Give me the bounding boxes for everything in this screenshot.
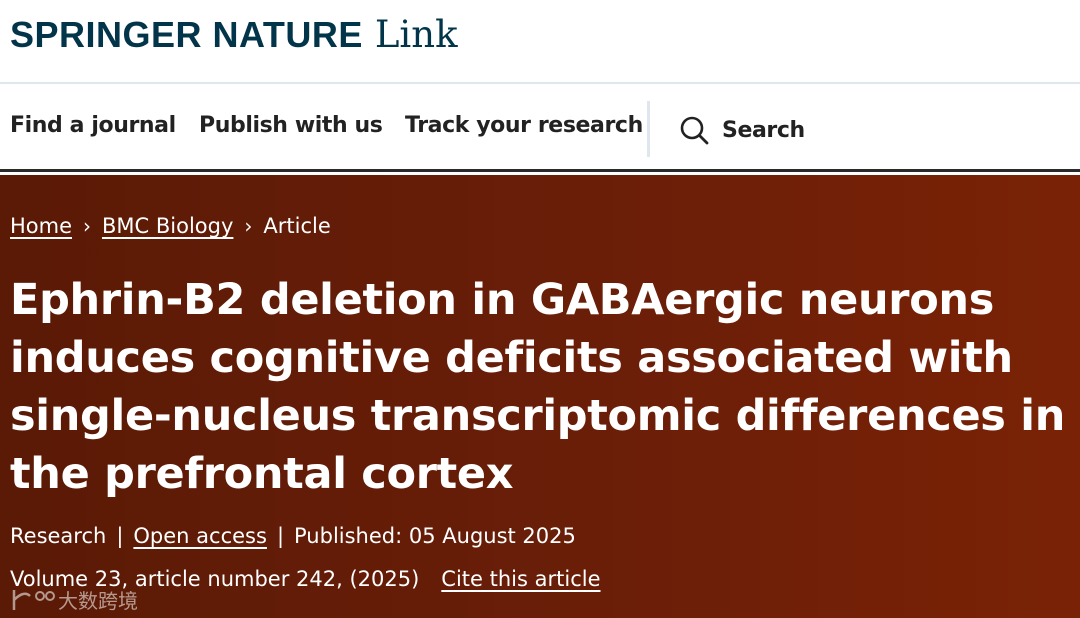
article-meta: Research | Open access | Published: 05 A… xyxy=(10,524,576,548)
article-title: Ephrin-B2 deletion in GABAergic neurons … xyxy=(10,275,1066,499)
search-icon xyxy=(680,116,709,145)
search-label: Search xyxy=(722,117,805,143)
meta-separator: | xyxy=(276,524,285,548)
watermark-text: 大数跨境 xyxy=(58,589,138,613)
site-header: SPRINGER NATURE Link xyxy=(0,0,1080,84)
open-access-link[interactable]: Open access xyxy=(133,524,267,548)
logo-link-text: Link xyxy=(374,13,458,56)
published-date: Published: 05 August 2025 xyxy=(294,524,576,548)
article-hero: Home › BMC Biology › Article Ephrin-B2 d… xyxy=(0,175,1080,618)
breadcrumb-journal[interactable]: BMC Biology xyxy=(102,214,233,238)
nav-find-a-journal[interactable]: Find a journal xyxy=(10,113,176,138)
cite-this-article-link[interactable]: Cite this article xyxy=(441,567,600,591)
chevron-right-icon: › xyxy=(83,214,92,238)
watermark-logo-icon xyxy=(12,589,55,610)
watermark: 大数跨境 xyxy=(8,585,138,614)
chevron-right-icon: › xyxy=(244,214,253,238)
nav-track-your-research[interactable]: Track your research xyxy=(405,113,643,138)
nav-publish-with-us[interactable]: Publish with us xyxy=(199,113,383,138)
breadcrumb-current: Article xyxy=(263,214,331,238)
breadcrumb-home[interactable]: Home xyxy=(10,214,72,238)
article-type: Research xyxy=(10,524,107,548)
breadcrumb: Home › BMC Biology › Article xyxy=(10,214,331,238)
meta-separator: | xyxy=(116,524,124,548)
springer-nature-link-logo[interactable]: SPRINGER NATURE Link xyxy=(10,13,458,56)
search-button[interactable]: Search xyxy=(678,113,805,147)
logo-brand-text: SPRINGER NATURE xyxy=(10,14,363,55)
main-nav: Find a journal Publish with us Track you… xyxy=(0,86,1080,172)
nav-divider xyxy=(647,101,650,157)
